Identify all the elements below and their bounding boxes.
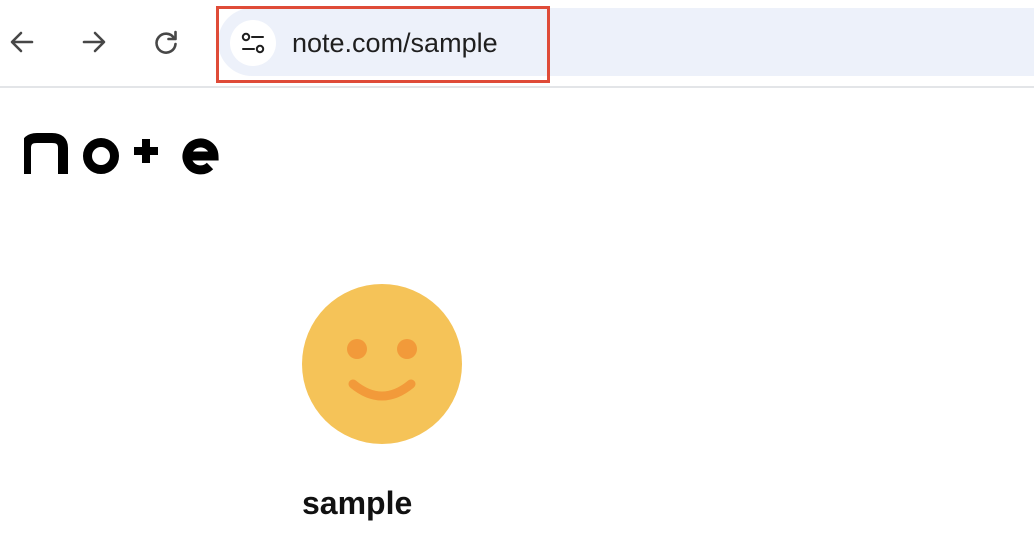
user-avatar[interactable] bbox=[302, 284, 462, 444]
back-button[interactable] bbox=[2, 22, 42, 62]
smiley-face-icon bbox=[302, 284, 462, 444]
arrow-right-icon bbox=[82, 31, 106, 53]
tune-icon bbox=[241, 32, 265, 54]
url-text[interactable]: note.com/sample bbox=[292, 25, 498, 61]
browser-toolbar: note.com/sample bbox=[0, 0, 1034, 88]
username[interactable]: sample bbox=[302, 483, 412, 523]
arrow-left-icon bbox=[10, 31, 34, 53]
note-logo[interactable] bbox=[21, 128, 224, 183]
reload-icon bbox=[155, 30, 177, 54]
site-info-button[interactable] bbox=[230, 20, 276, 66]
forward-button[interactable] bbox=[74, 22, 114, 62]
reload-button[interactable] bbox=[146, 22, 186, 62]
